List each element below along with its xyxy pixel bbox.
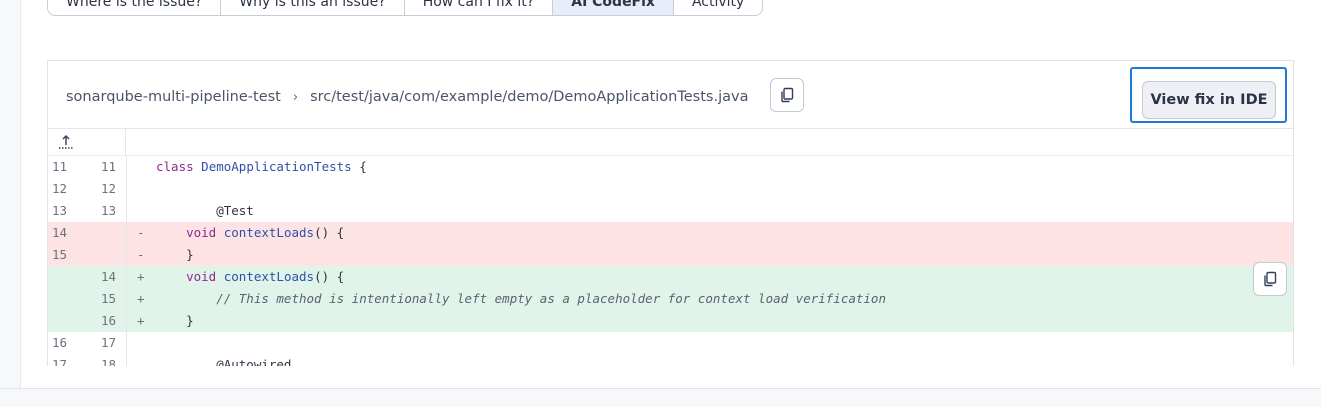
new-line-number: 15 — [100, 291, 116, 306]
chevron-right-icon: › — [292, 89, 299, 105]
expand-up-icon[interactable] — [57, 133, 75, 151]
copy-icon — [1264, 271, 1277, 287]
new-line-number: 17 — [100, 335, 116, 350]
diff-line: 16 17 — [48, 332, 1293, 354]
tab-activity[interactable]: Activity — [674, 0, 762, 15]
diff-line-added: 16 + } — [48, 310, 1293, 332]
diff-view: 11 11 class DemoApplicationTests { 12 12… — [48, 156, 1293, 366]
code-fix-panel: sonarqube-multi-pipeline-test › src/test… — [47, 60, 1294, 366]
new-line-number: 11 — [100, 159, 116, 174]
breadcrumb-project[interactable]: sonarqube-multi-pipeline-test — [66, 89, 281, 105]
tab-why-is-this-an-issue[interactable]: Why is this an issue? — [221, 0, 405, 15]
code-text: class DemoApplicationTests { — [156, 159, 367, 174]
diff-marker: + — [137, 269, 145, 284]
old-line-number: 15 — [52, 247, 68, 262]
new-line-number: 16 — [100, 313, 116, 328]
code-text: } — [156, 313, 194, 328]
left-rail — [0, 0, 21, 388]
breadcrumb-file-path[interactable]: src/test/java/com/example/demo/DemoAppli… — [310, 89, 748, 105]
view-fix-focus-ring: View fix in IDE — [1130, 67, 1287, 123]
gutter-divider — [126, 288, 127, 310]
diff-line: 11 11 class DemoApplicationTests { — [48, 156, 1293, 178]
old-line-number: 12 — [52, 181, 68, 196]
diff-line-added: 14 + void contextLoads() { — [48, 266, 1293, 288]
new-line-number: 12 — [100, 181, 116, 196]
old-line-number: 16 — [52, 335, 68, 350]
tab-where-is-the-issue[interactable]: Where is the issue? — [48, 0, 222, 15]
old-line-number: 14 — [52, 225, 68, 240]
copy-fix-button[interactable] — [1253, 262, 1287, 296]
gutter-divider — [126, 354, 127, 366]
code-comment: // This method is intentionally left emp… — [156, 291, 886, 306]
diff-line-removed: 15 - } — [48, 244, 1293, 266]
gutter-divider — [126, 178, 127, 200]
gutter-divider — [126, 332, 127, 354]
diff-marker: + — [137, 313, 145, 328]
code-text: } — [156, 247, 194, 262]
file-breadcrumb: sonarqube-multi-pipeline-test › src/test… — [66, 89, 748, 105]
code-text: void contextLoads() { — [186, 225, 345, 240]
old-line-number: 17 — [52, 357, 68, 366]
code-text: void contextLoads() { — [186, 269, 345, 284]
diff-line-added: 15 + // This method is intentionally lef… — [48, 288, 1293, 310]
new-line-number: 18 — [100, 357, 116, 366]
diff-line: 13 13 @Test — [48, 200, 1293, 222]
issue-tabs: Where is the issue? Why is this an issue… — [47, 0, 764, 16]
code-text: @Autowired — [156, 357, 292, 366]
old-line-number: 13 — [52, 203, 68, 218]
diff-line: 12 12 — [48, 178, 1293, 200]
gutter-divider — [126, 222, 127, 244]
gutter-divider — [126, 200, 127, 222]
file-header: sonarqube-multi-pipeline-test › src/test… — [48, 61, 1293, 129]
gutter-divider — [126, 310, 127, 332]
gutter-divider — [126, 244, 127, 266]
tab-ai-codefix[interactable]: AI CodeFix — [553, 0, 674, 15]
view-fix-in-ide-button[interactable]: View fix in IDE — [1142, 81, 1276, 119]
code-text: @Test — [156, 203, 254, 218]
diff-marker: - — [137, 247, 145, 262]
new-line-number: 13 — [100, 203, 116, 218]
gutter-divider — [126, 156, 127, 178]
diff-line: 17 18 @Autowired — [48, 354, 1293, 366]
gutter-divider — [126, 266, 127, 288]
tab-how-can-i-fix-it[interactable]: How can I fix it? — [405, 0, 554, 15]
diff-marker: + — [137, 291, 145, 306]
diff-marker: - — [137, 225, 145, 240]
expand-row — [48, 129, 1293, 156]
diff-line-removed: 14 - void contextLoads() { — [48, 222, 1293, 244]
bottom-bar — [0, 388, 1321, 407]
copy-icon — [781, 87, 794, 103]
old-line-number: 11 — [52, 159, 68, 174]
copy-path-button[interactable] — [770, 78, 804, 112]
new-line-number: 14 — [100, 269, 116, 284]
expand-gutter — [48, 129, 126, 155]
